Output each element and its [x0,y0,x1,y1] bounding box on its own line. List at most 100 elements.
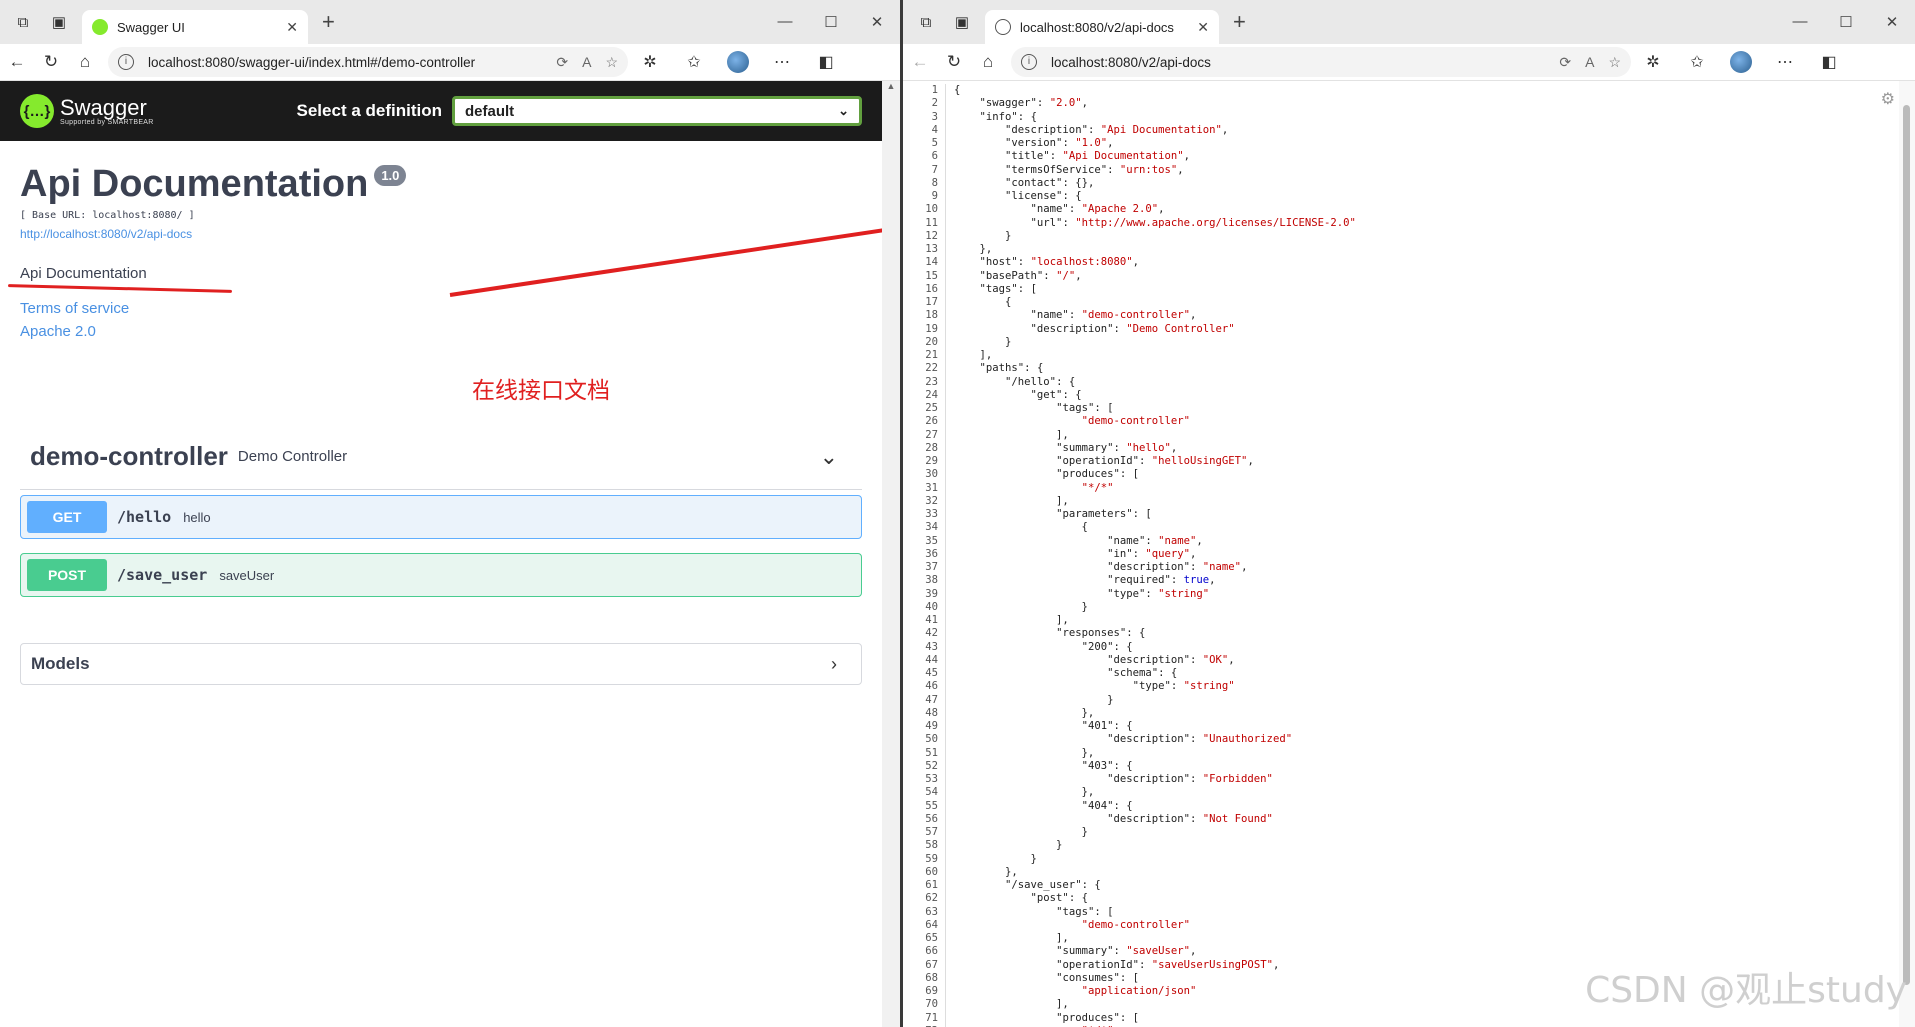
new-tab-icon[interactable]: + [1233,9,1246,35]
code-text: "tags": [ [1056,905,1114,918]
json-scrollbar[interactable] [1899,81,1915,1027]
line-number: 63 [925,905,938,918]
tag-header[interactable]: demo-controller Demo Controller ⌄ [20,424,862,490]
line-number: 71 [925,1011,938,1024]
code-line: 57 } [903,826,1915,840]
code-line: 30 "produces": [ [903,468,1915,482]
code-text: "description": "Demo Controller" [1030,322,1235,335]
favorite-star-icon[interactable]: ☆ [1608,54,1621,71]
profile-icon[interactable] [1719,51,1763,73]
code-text: ], [954,428,1069,441]
tab-actions-icon[interactable]: ▣ [949,9,975,35]
code-text: "contact": {}, [1005,176,1095,189]
read-aloud-icon[interactable]: A [582,54,591,70]
back-icon[interactable]: ← [0,52,34,72]
workspaces-icon[interactable]: ⧉ [913,9,939,35]
page-scrollbar[interactable]: ▲ [882,81,900,1027]
sync-icon[interactable]: ⟳ [1559,54,1571,71]
license-link[interactable]: Apache 2.0 [20,323,880,340]
right-browser-window: ⧉ ▣ localhost:8080/v2/api-docs ✕ + — ☐ ✕… [903,0,1915,1027]
close-window-icon[interactable]: ✕ [854,13,900,31]
minimize-icon[interactable]: — [762,13,808,31]
code-text: "basePath": "/", [979,269,1082,282]
new-tab-icon[interactable]: + [322,9,335,35]
tag-section-demo-controller: demo-controller Demo Controller ⌄ GET /h… [20,424,862,685]
more-icon[interactable]: ⋯ [760,52,804,72]
code-text: }, [954,746,1095,759]
code-text: "type": "string" [1107,587,1210,600]
api-docs-link[interactable]: http://localhost:8080/v2/api-docs [20,227,192,241]
favorite-star-icon[interactable]: ☆ [605,54,618,71]
extensions-icon[interactable]: ✲ [1631,52,1675,72]
profile-icon[interactable] [716,51,760,73]
sync-icon[interactable]: ⟳ [556,54,568,71]
operation-post-save-user[interactable]: POST /save_user saveUser [20,553,862,597]
swagger-logo[interactable]: Swagger Supported by SMARTBEAR [60,96,154,126]
line-number: 18 [925,309,938,322]
operation-get-hello[interactable]: GET /hello hello [20,495,862,539]
code-text: "consumes": [ [1056,971,1139,984]
line-number: 46 [925,680,938,693]
gear-icon[interactable]: ⚙ [1881,89,1895,109]
chevron-right-icon: › [831,653,837,674]
home-icon[interactable]: ⌂ [68,52,102,72]
line-number: 9 [931,190,938,202]
line-number: 37 [925,561,938,573]
extensions-icon[interactable]: ✲ [628,52,672,72]
close-tab-icon[interactable]: ✕ [286,19,298,36]
code-line: 25 "tags": [ [903,402,1915,416]
terms-of-service-link[interactable]: Terms of service [20,300,880,317]
line-number: 30 [925,468,938,481]
favorites-icon[interactable]: ✩ [672,52,716,72]
tab-api-docs[interactable]: localhost:8080/v2/api-docs ✕ [985,10,1219,44]
workspaces-icon[interactable]: ⧉ [10,9,36,35]
definition-select[interactable]: default ⌄ [452,96,862,126]
read-aloud-icon[interactable]: A [1585,54,1594,70]
refresh-icon[interactable]: ↻ [34,52,68,72]
favorites-icon[interactable]: ✩ [1675,52,1719,72]
line-number: 20 [925,335,938,348]
sidebar-icon[interactable]: ◧ [1807,52,1851,72]
url-text: localhost:8080/v2/api-docs [1051,54,1211,70]
tab-swagger-ui[interactable]: Swagger UI ✕ [82,10,308,44]
line-number: 60 [925,865,938,878]
close-window-icon[interactable]: ✕ [1869,13,1915,31]
swagger-logo-icon[interactable]: {…} [20,94,54,128]
code-line: 11 "url": "http://www.apache.org/license… [903,216,1915,230]
close-tab-icon[interactable]: ✕ [1197,19,1209,36]
code-text: "/save_user": { [1005,879,1101,891]
code-line: 32 ], [903,494,1915,508]
scroll-up-icon[interactable]: ▲ [882,81,900,91]
back-icon[interactable]: ← [903,52,937,72]
line-number: 29 [925,455,938,467]
code-text: "url": "http://www.apache.org/licenses/L… [1030,216,1356,229]
maximize-icon[interactable]: ☐ [808,13,854,31]
code-text: "operationId": "saveUserUsingPOST", [1056,958,1280,971]
annotation-text: 在线接口文档 [472,377,610,403]
code-text: "license": { [1005,190,1082,202]
code-line: 20 } [903,335,1915,349]
code-line: 23 "/hello": { [903,375,1915,389]
site-info-icon[interactable]: i [118,54,134,70]
site-info-icon[interactable]: i [1021,54,1037,70]
models-section[interactable]: Models › [20,643,862,685]
line-number: 27 [925,428,938,441]
maximize-icon[interactable]: ☐ [1823,13,1869,31]
sidebar-icon[interactable]: ◧ [804,52,848,72]
tab-actions-icon[interactable]: ▣ [46,9,72,35]
line-number: 15 [925,269,938,282]
minimize-icon[interactable]: — [1777,13,1823,31]
code-text: ], [954,932,1069,944]
chevron-down-icon[interactable]: ⌄ [820,444,838,470]
line-number: 36 [925,547,938,560]
refresh-icon[interactable]: ↻ [937,52,971,72]
url-field[interactable]: i localhost:8080/v2/api-docs ⟳ A ☆ [1011,47,1631,77]
code-line: 13 }, [903,243,1915,257]
scroll-thumb[interactable] [1903,105,1910,985]
tab-bar: ⧉ ▣ localhost:8080/v2/api-docs ✕ + — ☐ ✕ [903,0,1915,44]
url-field[interactable]: i localhost:8080/swagger-ui/index.html#/… [108,47,628,77]
home-icon[interactable]: ⌂ [971,52,1005,72]
code-text: "403": { [1081,759,1133,772]
code-line: 41 ], [903,614,1915,628]
more-icon[interactable]: ⋯ [1763,52,1807,72]
